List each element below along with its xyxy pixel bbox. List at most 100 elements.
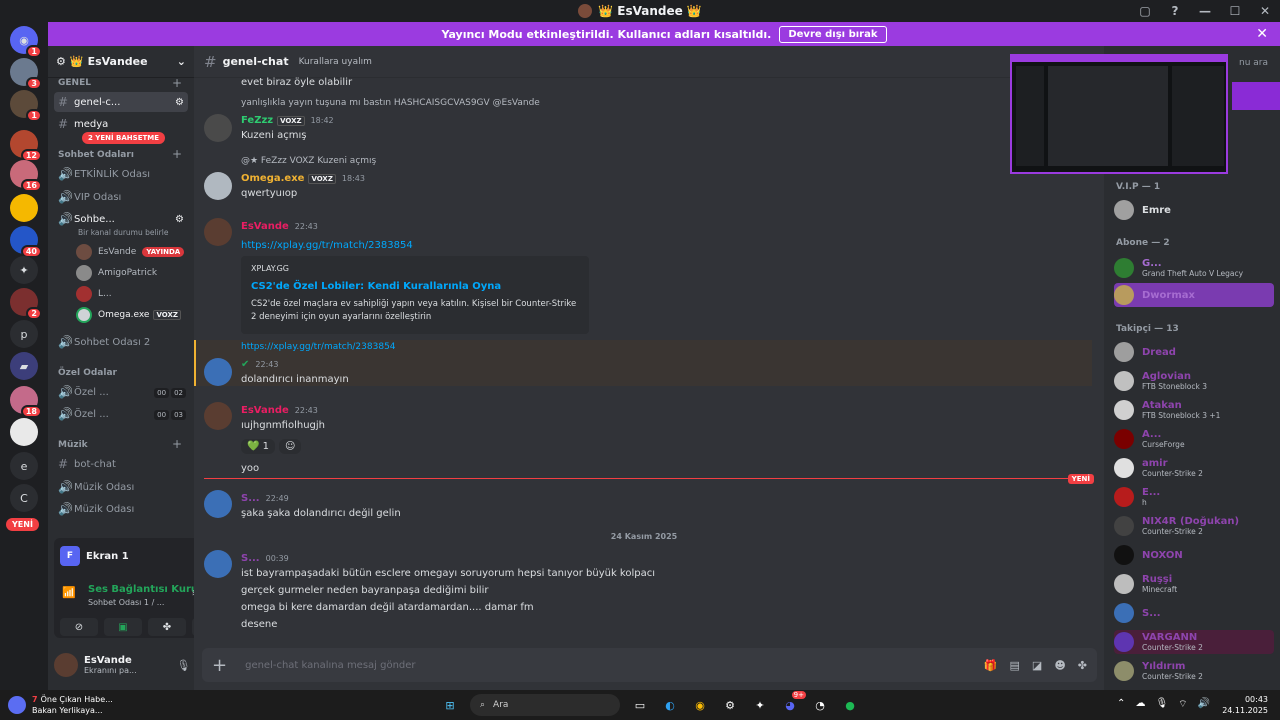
channel-sohbet-2[interactable]: 🔊 Sohbet Odası 2: [54, 332, 188, 352]
voice-user[interactable]: Omega.exe VOXZ: [76, 307, 181, 323]
avatar[interactable]: [204, 402, 232, 430]
category-voice[interactable]: Sohbet Odaları: [58, 150, 134, 160]
member-item[interactable]: Ruşşi Minecraft: [1114, 572, 1274, 596]
avatar[interactable]: [204, 114, 232, 142]
avatar[interactable]: [204, 218, 232, 246]
microphone-icon[interactable]: 🎙: [176, 659, 190, 672]
member-item[interactable]: S...: [1114, 601, 1274, 625]
member-item[interactable]: Aglovian FTB Stoneblock 3: [1114, 369, 1274, 393]
folder-icon[interactable]: ▰: [10, 352, 38, 380]
message-author[interactable]: Omega.exe: [241, 173, 304, 184]
server-letter-p[interactable]: p: [10, 320, 38, 348]
reply-preview[interactable]: https://xplay.gg/tr/match/2383854: [241, 342, 396, 352]
add-channel-icon[interactable]: +: [172, 76, 182, 90]
channel-muzik-1[interactable]: 🔊 Müzik Odası: [54, 477, 188, 497]
channel-ozel-1[interactable]: 🔊 Özel ... 00 02: [54, 382, 188, 402]
edge-icon[interactable]: ◐: [660, 695, 680, 715]
message-author[interactable]: FeZzz: [241, 115, 273, 126]
category-general[interactable]: GENEL: [58, 78, 91, 88]
voice-status[interactable]: Ses Bağlantısı Kuru: [88, 584, 198, 595]
member-item[interactable]: Yıldırım Counter-Strike 2: [1114, 659, 1274, 683]
server-icon[interactable]: 12: [10, 130, 42, 162]
wifi-icon[interactable]: ⌔: [1178, 698, 1187, 711]
settings-icon[interactable]: ⚙: [175, 97, 188, 108]
member-item[interactable]: A... CurseForge: [1114, 427, 1274, 451]
app-icon[interactable]: ◔: [810, 695, 830, 715]
message-author[interactable]: S...: [241, 553, 260, 564]
message-author[interactable]: EsVande: [241, 221, 289, 232]
member-item[interactable]: Atakan FTB Stoneblock 3 +1: [1114, 398, 1274, 422]
chevron-up-icon[interactable]: ⌃: [1117, 698, 1125, 711]
user-name[interactable]: EsVande: [84, 655, 137, 666]
channel-etkinlik[interactable]: 🔊 ETKİNLİK Odası: [54, 164, 188, 184]
server-letter-c[interactable]: C: [10, 484, 38, 512]
stream-preview[interactable]: [1010, 54, 1228, 174]
channel-status-hint[interactable]: Bir kanal durumu belirle: [78, 228, 168, 237]
minimize-button[interactable]: —: [1190, 4, 1220, 18]
member-item[interactable]: Dwormax: [1114, 283, 1274, 307]
member-item[interactable]: NOXON: [1114, 543, 1274, 567]
message-input[interactable]: genel-chat kanalına mesaj gönder: [245, 660, 415, 671]
server-icon[interactable]: [10, 418, 38, 446]
member-item[interactable]: Dread: [1114, 340, 1274, 364]
member-item[interactable]: G... Grand Theft Auto V Legacy: [1114, 256, 1274, 280]
add-attachment-icon[interactable]: +: [212, 655, 227, 676]
server-icon[interactable]: 1: [10, 90, 42, 122]
microphone-icon[interactable]: 🎙: [1155, 698, 1168, 711]
category-private[interactable]: Özel Odalar: [58, 368, 117, 378]
gift-icon[interactable]: 🎁: [984, 659, 998, 672]
search-input[interactable]: nu ara: [1239, 58, 1268, 68]
server-icon[interactable]: [10, 194, 38, 222]
avatar[interactable]: [204, 550, 232, 578]
discord-home-icon[interactable]: ◉ 1: [10, 26, 42, 58]
server-letter-e[interactable]: e: [10, 452, 38, 480]
server-icon[interactable]: 16: [10, 160, 42, 192]
chrome-icon[interactable]: ◉: [690, 695, 710, 715]
member-item[interactable]: VARGANN Counter-Strike 2: [1114, 630, 1274, 654]
channel-bot-chat[interactable]: # bot-chat: [54, 454, 188, 474]
help-icon[interactable]: ?: [1160, 4, 1190, 18]
cloud-icon[interactable]: ☁: [1135, 698, 1145, 711]
message-composer[interactable]: + genel-chat kanalına mesaj gönder 🎁 ▤ ◪…: [202, 648, 1097, 682]
gif-icon[interactable]: ▤: [1010, 659, 1020, 672]
steam-icon[interactable]: ⚙: [720, 695, 740, 715]
reaction[interactable]: 💚 1: [241, 439, 276, 454]
new-servers-pill[interactable]: YENİ: [6, 518, 39, 531]
message-author[interactable]: S...: [241, 493, 260, 504]
close-icon[interactable]: ✕: [1256, 26, 1268, 42]
member-item[interactable]: Emre: [1114, 198, 1274, 222]
system-clock[interactable]: 00:43 24.11.2025: [1222, 694, 1268, 716]
avatar[interactable]: [204, 172, 232, 200]
voice-user[interactable]: AmigoPatrick: [76, 265, 157, 281]
camera-off-icon[interactable]: ⊘: [60, 618, 98, 636]
discord-icon[interactable]: ◕ 9+: [780, 691, 806, 715]
channel-ozel-2[interactable]: 🔊 Özel ... 00 03: [54, 404, 188, 424]
activities-icon[interactable]: ✤: [148, 618, 186, 636]
member-item[interactable]: NIX4R (Doğukan) Counter-Strike 2: [1114, 514, 1274, 538]
channel-muzik-2[interactable]: 🔊 Müzik Odası: [54, 499, 188, 519]
screen-share-item[interactable]: F Ekran 1: [60, 546, 129, 566]
screen-share-icon[interactable]: ▣: [104, 618, 142, 636]
volume-icon[interactable]: 🔊: [1198, 698, 1210, 711]
channel-vip[interactable]: 🔊 VIP Odası: [54, 187, 188, 207]
spotify-icon[interactable]: ●: [840, 695, 860, 715]
app-icon[interactable]: ✦: [750, 695, 770, 715]
embed-title[interactable]: CS2'de Özel Lobiler: Kendi Kurallarınla …: [251, 281, 579, 292]
maximize-button[interactable]: ☐: [1220, 4, 1250, 18]
sticker-icon[interactable]: ◪: [1032, 659, 1042, 672]
avatar[interactable]: [204, 490, 232, 518]
reply-preview[interactable]: yanlışlıkla yayın tuşuna mı bastın HASHC…: [241, 98, 1084, 108]
settings-icon[interactable]: ⚙: [175, 214, 188, 225]
inbox-icon[interactable]: ▢: [1130, 4, 1160, 18]
news-widget[interactable]: 7 Öne Çıkan Habe... Bakan Yerlikaya...: [8, 694, 113, 716]
channel-medya[interactable]: # medya: [54, 114, 188, 134]
server-header[interactable]: ⚙ 👑 EsVandee ⌄: [48, 46, 194, 78]
server-icon[interactable]: 3: [10, 58, 42, 90]
embed-provider[interactable]: XPLAY.GG: [251, 264, 579, 273]
channel-topic[interactable]: Kurallara uyalım: [299, 57, 372, 67]
category-music[interactable]: Müzik: [58, 440, 88, 450]
emoji-icon[interactable]: ☻: [1054, 659, 1065, 672]
voice-channel-sub[interactable]: Sohbet Odası 1 / ...: [88, 598, 164, 607]
close-button[interactable]: ✕: [1250, 4, 1280, 18]
server-icon[interactable]: 18: [10, 386, 42, 418]
